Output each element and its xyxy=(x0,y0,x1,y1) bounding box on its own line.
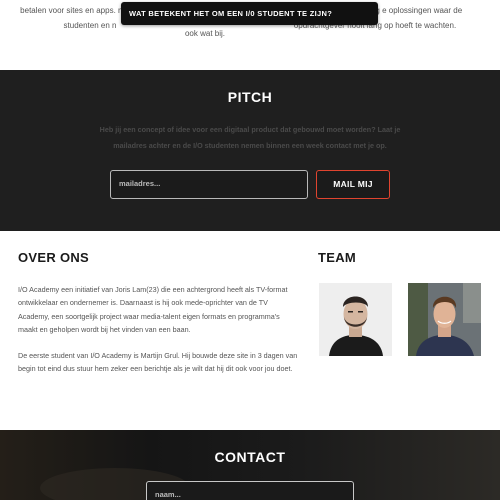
team-photo-joris xyxy=(319,283,392,356)
pitch-title: PITCH xyxy=(227,89,273,105)
pitch-section: PITCH Heb jij een concept of idee voor e… xyxy=(0,70,500,231)
portrait-1-image xyxy=(319,283,392,356)
contact-section: CONTACT naam... xyxy=(0,430,500,500)
about-title: OVER ONS xyxy=(18,250,90,265)
services-section: betalen voor sites en apps. maken voor s… xyxy=(0,0,500,70)
about-paragraph-2: De eerste student van I/O Academy is Mar… xyxy=(18,351,298,374)
contact-title: CONTACT xyxy=(214,449,286,465)
email-field[interactable]: mailadres... xyxy=(110,170,308,199)
team-photo-martijn xyxy=(408,283,481,356)
services-text-2: ook wat bij. xyxy=(184,29,226,38)
pitch-description: Heb jij een concept of idee voor een dig… xyxy=(99,125,401,150)
about-section: OVER ONS I/O Academy een initiatief van … xyxy=(0,231,500,430)
name-field[interactable]: naam... xyxy=(146,481,354,500)
faq-tooltip[interactable]: WAT BETEKENT HET OM EEN I/0 STUDENT TE Z… xyxy=(121,2,378,25)
about-paragraph-1: I/O Academy een initiatief van Joris Lam… xyxy=(18,285,288,335)
team-title: TEAM xyxy=(318,250,357,265)
portrait-2-image xyxy=(408,283,481,356)
mail-me-button[interactable]: MAIL MIJ xyxy=(316,170,390,199)
